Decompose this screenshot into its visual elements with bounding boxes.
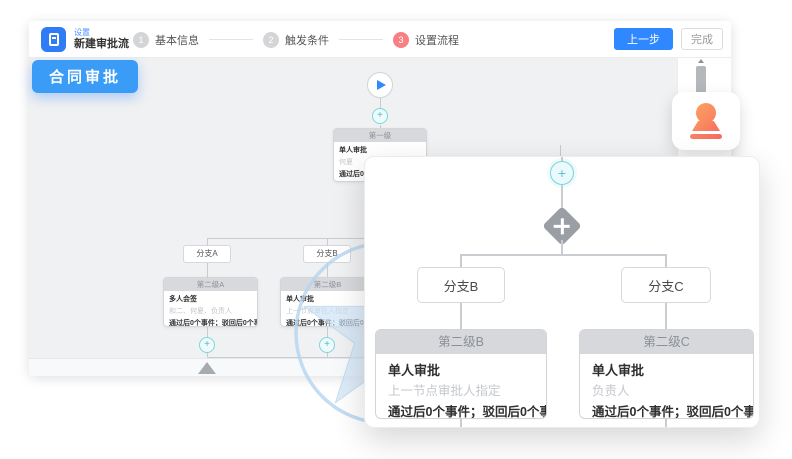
node-card-header: 第二级C — [580, 330, 753, 354]
node-card-header: 第一级 — [334, 129, 426, 142]
node-assignee: 和二、何夏、负责人 — [169, 306, 252, 318]
document-icon — [41, 27, 66, 52]
finish-button[interactable]: 完成 — [681, 28, 723, 50]
node-type: 多人会签 — [169, 294, 252, 306]
node-card-header: 第二级B — [281, 278, 374, 291]
node-events: 通过后0个事件；驳回后0个事件 — [286, 318, 369, 327]
node-assignee: 负责人 — [592, 381, 741, 402]
top-bar: 设置 新建审批流 1 基本信息 2 触发条件 3 设置流程 — [29, 21, 731, 58]
step-number-badge: 2 — [263, 32, 279, 48]
connector-line — [327, 238, 328, 245]
scroll-up-arrow-icon[interactable] — [698, 59, 704, 63]
add-node-button[interactable]: + — [372, 108, 388, 124]
step-indicator: 1 基本信息 2 触发条件 3 设置流程 — [133, 21, 459, 58]
node-events: 通过后0个事件；驳回后0个事件 — [388, 402, 534, 419]
flow-name-tag: 合同审批 — [32, 60, 138, 93]
page: 设置 新建审批流 1 基本信息 2 触发条件 3 设置流程 — [0, 0, 792, 459]
connector-line — [327, 327, 328, 337]
branch-split-line — [207, 238, 380, 239]
branch-split-line — [461, 254, 667, 256]
step-label: 触发条件 — [285, 32, 329, 48]
connector-line — [460, 419, 462, 428]
connector-line — [207, 263, 208, 277]
branch-node-b[interactable]: 分支B — [303, 245, 351, 263]
branch-node-a[interactable]: 分支A — [183, 245, 231, 263]
stamp-card — [672, 92, 740, 150]
node-card-level2a[interactable]: 第二级A 多人会签 和二、何夏、负责人 通过后0个事件；驳回后0个事件 — [163, 277, 258, 327]
node-type: 单人审批 — [388, 361, 534, 381]
node-events: 通过后0个事件；驳回后0个事件 — [592, 402, 741, 419]
step-trigger-condition[interactable]: 2 触发条件 — [263, 32, 329, 48]
node-type: 单人审批 — [286, 294, 369, 306]
start-node[interactable] — [367, 72, 393, 98]
connector-line — [561, 240, 563, 254]
step-number-badge: 3 — [393, 32, 409, 48]
step-connector — [209, 39, 253, 40]
step-number-badge: 1 — [133, 32, 149, 48]
add-node-button[interactable]: + — [550, 161, 574, 185]
app-identity: 设置 新建审批流 — [41, 27, 129, 52]
step-basic-info[interactable]: 1 基本信息 — [133, 32, 199, 48]
stamp-icon — [690, 103, 722, 139]
node-card-level2b[interactable]: 第二级B 单人审批 上一节点审批人指定 通过后0个事件；驳回后0个事件 — [280, 277, 375, 327]
connector-line — [460, 303, 462, 329]
topbar-actions: 上一步 完成 — [614, 28, 723, 50]
connector-line — [560, 145, 561, 156]
step-label: 设置流程 — [415, 32, 459, 48]
play-icon — [377, 80, 386, 90]
breadcrumb: 设置 — [74, 28, 129, 38]
zoom-detail-panel: + 分支B 分支C 第二级B 单人审批 上一节点审批人指定 通过后0个事件；驳回… — [364, 156, 760, 428]
step-connector — [339, 39, 383, 40]
end-marker-triangle — [198, 362, 216, 374]
previous-step-button[interactable]: 上一步 — [614, 28, 673, 50]
page-title: 新建审批流 — [74, 38, 129, 51]
connector-line — [327, 263, 328, 277]
connector-line — [665, 303, 667, 329]
node-card-header: 第二级B — [376, 330, 546, 354]
connector-line — [460, 254, 462, 267]
node-card-level2b[interactable]: 第二级B 单人审批 上一节点审批人指定 通过后0个事件；驳回后0个事件 — [375, 329, 547, 419]
connector-line — [207, 327, 208, 337]
node-card-level2c[interactable]: 第二级C 单人审批 负责人 通过后0个事件；驳回后0个事件 — [579, 329, 754, 419]
node-card-header: 第二级A — [164, 278, 257, 291]
add-node-button[interactable]: + — [319, 337, 335, 353]
node-assignee: 上一节点审批人指定 — [388, 381, 534, 402]
step-set-flow[interactable]: 3 设置流程 — [393, 32, 459, 48]
connector-line — [665, 419, 667, 428]
node-type: 单人审批 — [592, 361, 741, 381]
node-assignee: 上一节点审批人指定 — [286, 306, 369, 318]
add-node-button[interactable]: + — [199, 337, 215, 353]
node-events: 通过后0个事件；驳回后0个事件 — [169, 318, 252, 327]
branch-node-c[interactable]: 分支C — [621, 267, 711, 303]
branch-node-b[interactable]: 分支B — [417, 267, 505, 303]
step-label: 基本信息 — [155, 32, 199, 48]
connector-line — [207, 238, 208, 245]
connector-line — [665, 254, 667, 267]
